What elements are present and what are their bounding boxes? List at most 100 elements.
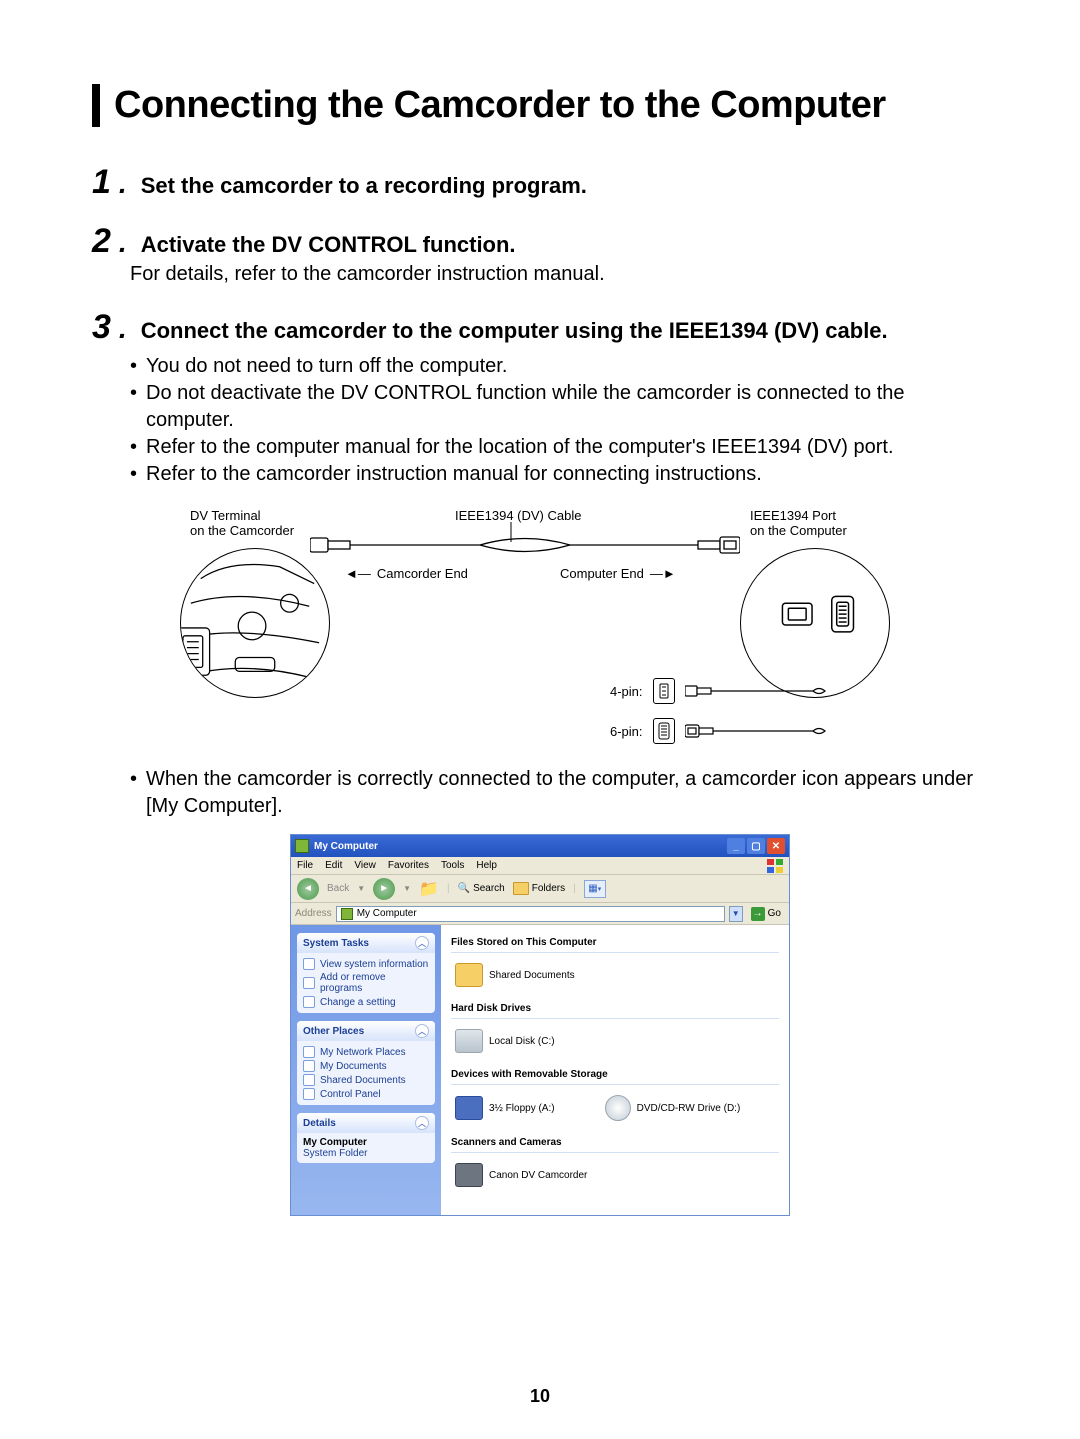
dv-terminal-label-1: DV Terminal — [190, 508, 294, 523]
step-number-2: 2 — [92, 222, 111, 261]
folders-button[interactable]: Folders — [513, 882, 565, 895]
section-files-stored: Files Stored on This Computer — [451, 933, 779, 953]
dot: . — [119, 227, 127, 259]
step3-bullet-3: Refer to the computer manual for the loc… — [146, 434, 894, 461]
minimize-button[interactable]: _ — [727, 838, 745, 854]
chevron-up-icon[interactable]: ︿ — [415, 1116, 429, 1130]
menu-help[interactable]: Help — [476, 860, 497, 871]
step3-bullet-2: Do not deactivate the DV CONTROL functio… — [146, 380, 988, 434]
my-computer-window: My Computer _ ▢ ✕ File Edit View Favorit… — [290, 834, 790, 1216]
forward-button[interactable]: ► — [373, 878, 395, 900]
item-label: 3½ Floppy (A:) — [489, 1103, 555, 1114]
back-button[interactable]: ◄ — [297, 878, 319, 900]
menu-edit[interactable]: Edit — [325, 860, 342, 871]
link-my-documents[interactable]: My Documents — [303, 1059, 429, 1073]
bullet-icon: • — [130, 766, 146, 820]
menu-tools[interactable]: Tools — [441, 860, 464, 871]
link-shared-documents[interactable]: Shared Documents — [303, 1073, 429, 1087]
item-label: Local Disk (C:) — [489, 1036, 555, 1047]
item-local-disk-c[interactable]: Local Disk (C:) — [455, 1029, 555, 1053]
arrow-right-icon: —► — [650, 566, 676, 581]
section-scanners-cameras: Scanners and Cameras — [451, 1133, 779, 1153]
menu-favorites[interactable]: Favorites — [388, 860, 429, 871]
pin4-label: 4-pin: — [610, 684, 643, 699]
pin4-connector-icon — [653, 678, 675, 704]
views-button[interactable]: ▦▾ — [584, 880, 606, 898]
link-label: Shared Documents — [320, 1075, 406, 1086]
disk-icon — [455, 1029, 483, 1053]
address-dropdown[interactable]: ▼ — [729, 906, 743, 922]
cable-diagram: DV Terminal on the Camcorder IEEE1394 (D… — [180, 508, 900, 748]
back-dropdown-icon[interactable]: ▼ — [357, 884, 365, 893]
address-field[interactable]: My Computer — [336, 906, 725, 922]
dot: . — [119, 168, 127, 200]
go-button[interactable]: → Go — [747, 907, 785, 921]
maximize-button[interactable]: ▢ — [747, 838, 765, 854]
details-panel: Details︿ My Computer System Folder — [297, 1113, 435, 1163]
close-button[interactable]: ✕ — [767, 838, 785, 854]
step-title-3: Connect the camcorder to the computer us… — [141, 318, 888, 344]
item-label: DVD/CD-RW Drive (D:) — [637, 1103, 741, 1114]
up-button[interactable]: 📁 — [419, 879, 439, 899]
menu-view[interactable]: View — [354, 860, 376, 871]
link-change-setting[interactable]: Change a setting — [303, 995, 429, 1009]
chevron-up-icon[interactable]: ︿ — [415, 1024, 429, 1038]
item-floppy-a[interactable]: 3½ Floppy (A:) — [455, 1095, 555, 1121]
bullet-icon: • — [130, 380, 146, 434]
system-tasks-header: System Tasks — [303, 938, 369, 949]
page-title: Connecting the Camcorder to the Computer — [114, 84, 988, 127]
my-computer-icon — [295, 839, 309, 853]
pin6-label: 6-pin: — [610, 724, 643, 739]
forward-dropdown-icon[interactable]: ▼ — [403, 884, 411, 893]
arrow-left-icon: ◄— — [345, 566, 371, 581]
back-label: Back — [327, 883, 349, 894]
search-icon: 🔍 — [458, 883, 470, 894]
link-my-network-places[interactable]: My Network Places — [303, 1045, 429, 1059]
step3-bullet-4: Refer to the camcorder instruction manua… — [146, 461, 762, 488]
page-number: 10 — [0, 1386, 1080, 1407]
details-header: Details — [303, 1118, 336, 1129]
bullet-icon: • — [130, 461, 146, 488]
link-label: Control Panel — [320, 1089, 381, 1100]
bullet-icon: • — [130, 353, 146, 380]
bullet-icon: • — [130, 434, 146, 461]
step2-body: For details, refer to the camcorder inst… — [130, 261, 988, 288]
item-label: Shared Documents — [489, 970, 575, 981]
section-hard-disk-drives: Hard Disk Drives — [451, 999, 779, 1019]
address-computer-icon — [341, 908, 353, 920]
step-title-2: Activate the DV CONTROL function. — [141, 232, 516, 258]
go-arrow-icon: → — [751, 907, 765, 921]
menu-file[interactable]: File — [297, 860, 313, 871]
pin6-connector-icon — [653, 718, 675, 744]
cable-label: IEEE1394 (DV) Cable — [455, 508, 581, 523]
window-title: My Computer — [314, 841, 378, 852]
step-number-1: 1 — [92, 163, 111, 202]
item-label: Canon DV Camcorder — [489, 1170, 587, 1181]
titlebar[interactable]: My Computer _ ▢ ✕ — [291, 835, 789, 857]
link-label: My Documents — [320, 1061, 387, 1072]
pin6-cable-icon — [685, 723, 835, 739]
port-label-1: IEEE1394 Port — [750, 508, 847, 523]
folders-label: Folders — [532, 883, 565, 894]
item-shared-documents[interactable]: Shared Documents — [455, 963, 575, 987]
folder-icon — [513, 882, 529, 895]
item-dvd-drive-d[interactable]: DVD/CD-RW Drive (D:) — [605, 1095, 741, 1121]
link-add-remove-programs[interactable]: Add or remove programs — [303, 971, 429, 995]
camcorder-icon — [455, 1163, 483, 1187]
step3-bullet-1: You do not need to turn off the computer… — [146, 353, 507, 380]
address-label: Address — [295, 908, 332, 919]
windows-logo-icon — [767, 859, 783, 873]
link-label: Change a setting — [320, 997, 396, 1008]
item-canon-dv-camcorder[interactable]: Canon DV Camcorder — [455, 1163, 587, 1187]
other-places-panel: Other Places︿ My Network Places My Docum… — [297, 1021, 435, 1105]
chevron-up-icon[interactable]: ︿ — [415, 936, 429, 950]
section-removable-storage: Devices with Removable Storage — [451, 1065, 779, 1085]
dv-terminal-label-2: on the Camcorder — [190, 523, 294, 538]
computer-circle — [740, 548, 890, 698]
address-value: My Computer — [357, 908, 417, 919]
link-view-system-info[interactable]: View system information — [303, 957, 429, 971]
go-label: Go — [768, 908, 781, 919]
camcorder-circle — [180, 548, 330, 698]
link-control-panel[interactable]: Control Panel — [303, 1087, 429, 1101]
search-button[interactable]: 🔍Search — [458, 883, 505, 894]
